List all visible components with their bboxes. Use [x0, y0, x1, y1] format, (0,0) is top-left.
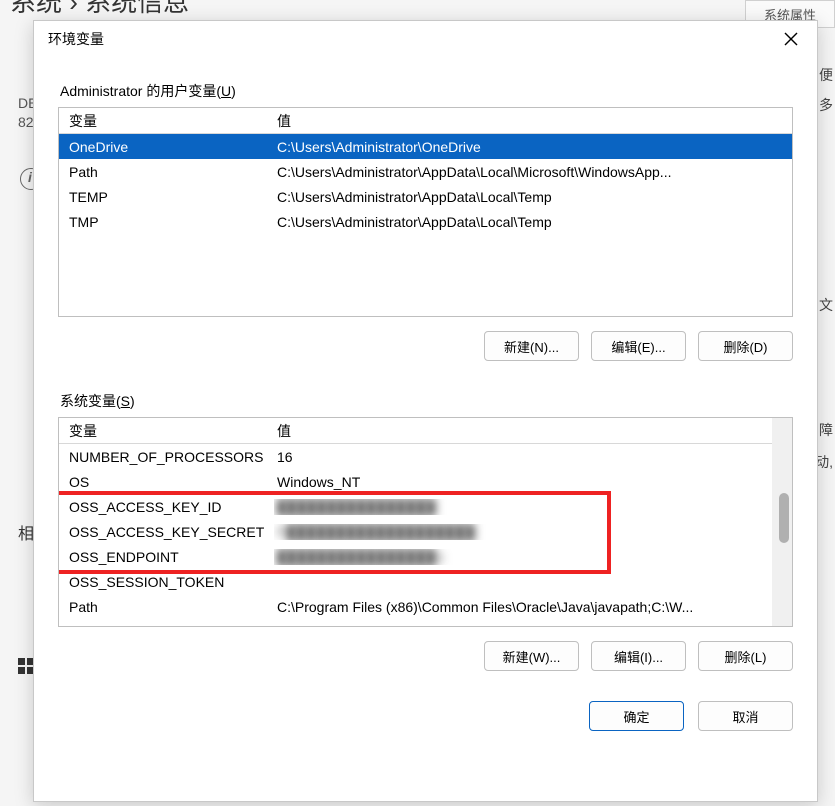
- var-value: P███████████████████: [274, 524, 772, 540]
- var-name: TEMP: [59, 189, 274, 205]
- user-delete-button[interactable]: 删除(D): [698, 331, 793, 361]
- bg-text: 多: [819, 95, 833, 115]
- col-header-name[interactable]: 变量: [59, 111, 274, 131]
- col-header-value[interactable]: 值: [274, 111, 792, 131]
- cancel-button[interactable]: 取消: [698, 701, 793, 731]
- var-name: Path: [59, 164, 274, 180]
- table-row[interactable]: OSS_ENDPOINT████████████████n: [59, 544, 772, 569]
- var-value: 16: [274, 449, 772, 465]
- var-name: PATHEXT: [59, 624, 274, 627]
- table-row[interactable]: OSS_ACCESS_KEY_ID████████████████: [59, 494, 772, 519]
- table-row[interactable]: TMPC:\Users\Administrator\AppData\Local\…: [59, 209, 792, 234]
- close-button[interactable]: [773, 21, 809, 57]
- user-vars-list[interactable]: 变量 值 OneDriveC:\Users\Administrator\OneD…: [58, 107, 793, 317]
- bg-breadcrumb: 系统 › 系统信息: [0, 0, 189, 19]
- close-icon: [784, 32, 798, 46]
- table-row[interactable]: OSS_SESSION_TOKEN: [59, 569, 772, 594]
- bg-text: 相: [18, 520, 34, 544]
- var-value: Windows_NT: [274, 474, 772, 490]
- table-row[interactable]: OSWindows_NT: [59, 469, 772, 494]
- var-name: OSS_ENDPOINT: [59, 549, 274, 565]
- windows-icon: [18, 658, 34, 674]
- var-value: ████████████████: [274, 499, 772, 515]
- env-vars-dialog: 环境变量 Administrator 的用户变量(U) 变量 值 OneDriv…: [33, 20, 818, 802]
- bg-text: 文: [819, 295, 833, 315]
- col-header-name[interactable]: 变量: [59, 421, 274, 441]
- var-value: C:\Users\Administrator\AppData\Local\Mic…: [274, 164, 792, 180]
- sys-vars-list[interactable]: 变量 值 NUMBER_OF_PROCESSORS16OSWindows_NTO…: [58, 417, 793, 627]
- user-vars-header: 变量 值: [59, 108, 792, 134]
- user-new-button[interactable]: 新建(N)...: [484, 331, 579, 361]
- var-name: Path: [59, 599, 274, 615]
- var-name: OS: [59, 474, 274, 490]
- table-row[interactable]: TEMPC:\Users\Administrator\AppData\Local…: [59, 184, 792, 209]
- sys-vars-label: 系统变量(S): [60, 391, 793, 411]
- sys-vars-header: 变量 值: [59, 418, 772, 444]
- sys-new-button[interactable]: 新建(W)...: [484, 641, 579, 671]
- ok-button[interactable]: 确定: [589, 701, 684, 731]
- scrollbar-thumb[interactable]: [779, 493, 789, 543]
- dialog-title: 环境变量: [48, 29, 104, 49]
- var-name: NUMBER_OF_PROCESSORS: [59, 449, 274, 465]
- sys-edit-button[interactable]: 编辑(I)...: [591, 641, 686, 671]
- table-row[interactable]: NUMBER_OF_PROCESSORS16: [59, 444, 772, 469]
- bg-text: 便: [819, 65, 833, 85]
- var-value: ████████████████n: [274, 549, 772, 565]
- var-name: OSS_SESSION_TOKEN: [59, 574, 274, 590]
- var-name: OneDrive: [59, 139, 274, 155]
- table-row[interactable]: PATHEXT.COM;.EXE;.BAT;.CMD;.VBS;.VBE;.JS…: [59, 619, 772, 626]
- col-header-value[interactable]: 值: [274, 421, 772, 441]
- table-row[interactable]: PathC:\Program Files (x86)\Common Files\…: [59, 594, 772, 619]
- bg-text: 障: [819, 420, 833, 440]
- var-value: C:\Users\Administrator\AppData\Local\Tem…: [274, 189, 792, 205]
- var-value: C:\Program Files (x86)\Common Files\Orac…: [274, 599, 772, 615]
- sys-delete-button[interactable]: 删除(L): [698, 641, 793, 671]
- table-row[interactable]: OSS_ACCESS_KEY_SECRETP██████████████████…: [59, 519, 772, 544]
- var-value: C:\Users\Administrator\AppData\Local\Tem…: [274, 214, 792, 230]
- dialog-titlebar: 环境变量: [34, 21, 817, 57]
- var-name: OSS_ACCESS_KEY_SECRET: [59, 524, 274, 540]
- var-name: TMP: [59, 214, 274, 230]
- user-edit-button[interactable]: 编辑(E)...: [591, 331, 686, 361]
- user-vars-label: Administrator 的用户变量(U): [60, 81, 793, 101]
- scrollbar[interactable]: [772, 418, 792, 626]
- var-value: C:\Users\Administrator\OneDrive: [274, 139, 792, 155]
- table-row[interactable]: OneDriveC:\Users\Administrator\OneDrive: [59, 134, 792, 159]
- var-value: .COM;.EXE;.BAT;.CMD;.VBS;.VBE;.JS;.JSE;.…: [274, 624, 772, 627]
- table-row[interactable]: PathC:\Users\Administrator\AppData\Local…: [59, 159, 792, 184]
- var-name: OSS_ACCESS_KEY_ID: [59, 499, 274, 515]
